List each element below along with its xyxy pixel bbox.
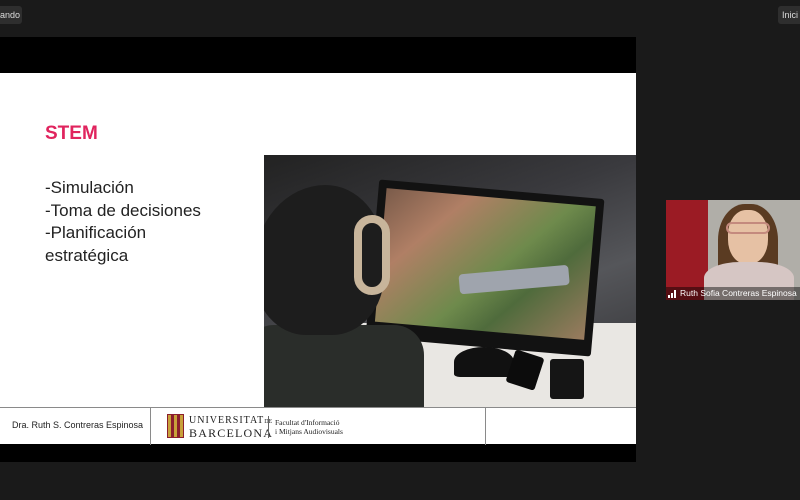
logo-divider [268,416,269,438]
photo-game-weapon [458,264,570,295]
faculty-name-line2: i Mitjans Audiovisuals [275,427,343,436]
slide-bullet: -Toma de decisiones [45,200,201,220]
university-seal-icon [167,414,184,438]
video-background-red [666,200,708,300]
top-right-control[interactable]: Inici [778,6,800,24]
footer-author: Dra. Ruth S. Contreras Espinosa [12,420,144,430]
top-left-label: ando [0,10,21,20]
participant-face [728,210,768,264]
signal-strength-icon [668,290,678,298]
participant-label: Ruth Sofia Contreras Espinosa [666,287,800,300]
participant-video-tile[interactable]: Ruth Sofia Contreras Espinosa [666,200,800,300]
gamer-photo [264,155,636,416]
participant-name: Ruth Sofia Contreras Espinosa [680,288,797,298]
photo-gadget [550,359,584,399]
university-name-line2: BARCELONA [189,426,274,440]
slide-bullet: -Simulación [45,178,134,197]
slide-bullet: -Planificación [45,223,147,242]
top-left-control[interactable]: ando [0,6,22,24]
photo-monitor-stand [454,347,514,377]
slide-footer: Dra. Ruth S. Contreras Espinosa UNIVERSI… [0,407,636,445]
faculty-name-line1: Facultat d'Informació [275,418,340,427]
top-right-label: Inici [782,10,799,20]
slide-bullet: estratégica [45,245,129,265]
slide-bullet-list: -Simulación -Toma de decisiones -Planifi… [45,177,201,267]
footer-divider [150,408,151,445]
photo-game-screen [374,188,596,340]
university-name-line1: UNIVERSITATDE [189,415,272,426]
slide-title: STEM [45,123,98,144]
headset-icon [354,215,390,295]
photo-person-body [264,325,424,416]
screen-share-area: STEM -Simulación -Toma de decisiones -Pl… [0,37,636,462]
presentation-slide: STEM -Simulación -Toma de decisiones -Pl… [0,73,636,443]
footer-divider [485,408,486,445]
glasses-icon [726,222,770,234]
